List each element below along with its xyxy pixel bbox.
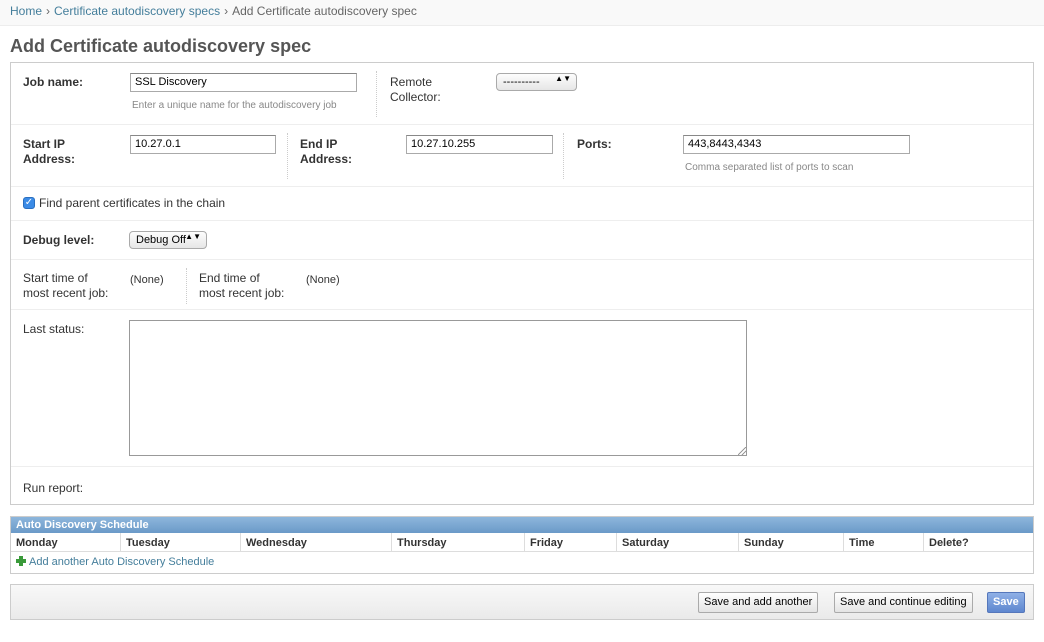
field-divider [287,133,288,179]
resize-grip-icon[interactable] [738,447,746,455]
end-ip-input[interactable]: 10.27.10.255 [406,135,553,154]
row-run-report: Run report: [11,467,1033,504]
start-ip-input[interactable]: 10.27.0.1 [130,135,276,154]
breadcrumb-separator: › [46,4,51,18]
column-thursday: Thursday [392,533,525,552]
end-ip-label: End IP Address: [300,137,353,166]
debug-level-select[interactable]: Debug Off ▲▼ [129,231,207,249]
job-name-input[interactable]: SSL Discovery [130,73,357,92]
last-status-label: Last status: [23,322,85,336]
run-report-label: Run report: [23,481,84,495]
start-time-label: Start time of most recent job: [23,271,109,300]
remote-collector-select[interactable]: ---------- ▲▼ [496,73,577,91]
column-sunday: Sunday [739,533,844,552]
row-job-name: Job name: SSL Discovery Enter a unique n… [11,63,1033,125]
schedule-caption: Auto Discovery Schedule [11,517,1033,533]
save-and-continue-button[interactable]: Save and continue editing [834,592,973,613]
page-title: Add Certificate autodiscovery spec [10,36,312,56]
find-parent-label: Find parent certificates in the chain [39,196,226,210]
ports-input[interactable]: 443,8443,4343 [683,135,910,154]
start-ip-label: Start IP Address: [23,137,76,166]
column-wednesday: Wednesday [241,533,392,552]
save-and-add-another-button[interactable]: Save and add another [698,592,819,613]
start-time-value: (None) [130,274,164,286]
select-arrows-icon: ▲▼ [555,74,571,83]
column-tuesday: Tuesday [121,533,241,552]
job-name-help: Enter a unique name for the autodiscover… [132,100,337,111]
row-debug-level: Debug level: Debug Off ▲▼ [11,221,1033,260]
job-name-label: Job name: [23,75,84,89]
last-status-textarea[interactable] [129,320,747,456]
add-schedule-link[interactable]: Add another Auto Discovery Schedule [16,556,214,568]
breadcrumb-current: Add Certificate autodiscovery spec [232,4,417,18]
debug-level-label: Debug level: [23,233,95,247]
add-schedule-label: Add another Auto Discovery Schedule [29,556,215,568]
row-find-parent: ✓ Find parent certificates in the chain [11,187,1033,221]
find-parent-checkbox[interactable]: ✓ [23,197,35,209]
end-time-label: End time of most recent job: [199,271,285,300]
breadcrumb-home-link[interactable]: Home [10,4,42,18]
row-last-status: Last status: [11,310,1033,467]
row-job-times: Start time of most recent job: (None) End… [11,260,1033,310]
schedule-header-row: Monday Tuesday Wednesday Thursday Friday… [11,533,1033,552]
remote-collector-label: Remote Collector: [390,75,441,104]
add-icon [16,556,26,566]
spec-fieldset: Job name: SSL Discovery Enter a unique n… [10,62,1034,505]
end-time-value: (None) [306,274,340,286]
field-divider [186,268,187,304]
select-arrows-icon: ▲▼ [185,232,201,241]
row-ip-range: Start IP Address: 10.27.0.1 End IP Address… [11,125,1033,187]
breadcrumb-separator: › [224,4,229,18]
submit-row: Save and add another Save and continue e… [10,584,1034,620]
column-saturday: Saturday [617,533,739,552]
schedule-inline: Auto Discovery Schedule Monday Tuesday W… [10,516,1034,574]
column-monday: Monday [11,533,121,552]
save-button[interactable]: Save [987,592,1025,613]
debug-level-value: Debug Off [136,234,186,246]
breadcrumb: Home › Certificate autodiscovery specs › Add… [0,0,1044,26]
add-schedule-row: Add another Auto Discovery Schedule [11,552,1033,572]
field-divider [376,71,377,117]
field-divider [563,133,564,179]
remote-collector-value: ---------- [503,76,540,88]
column-delete: Delete? [929,537,969,549]
column-friday: Friday [525,533,617,552]
ports-help: Comma separated list of ports to scan [685,162,854,173]
column-time: Time [844,533,924,552]
ports-label: Ports: [577,137,612,151]
breadcrumb-specs-link[interactable]: Certificate autodiscovery specs [54,4,220,18]
